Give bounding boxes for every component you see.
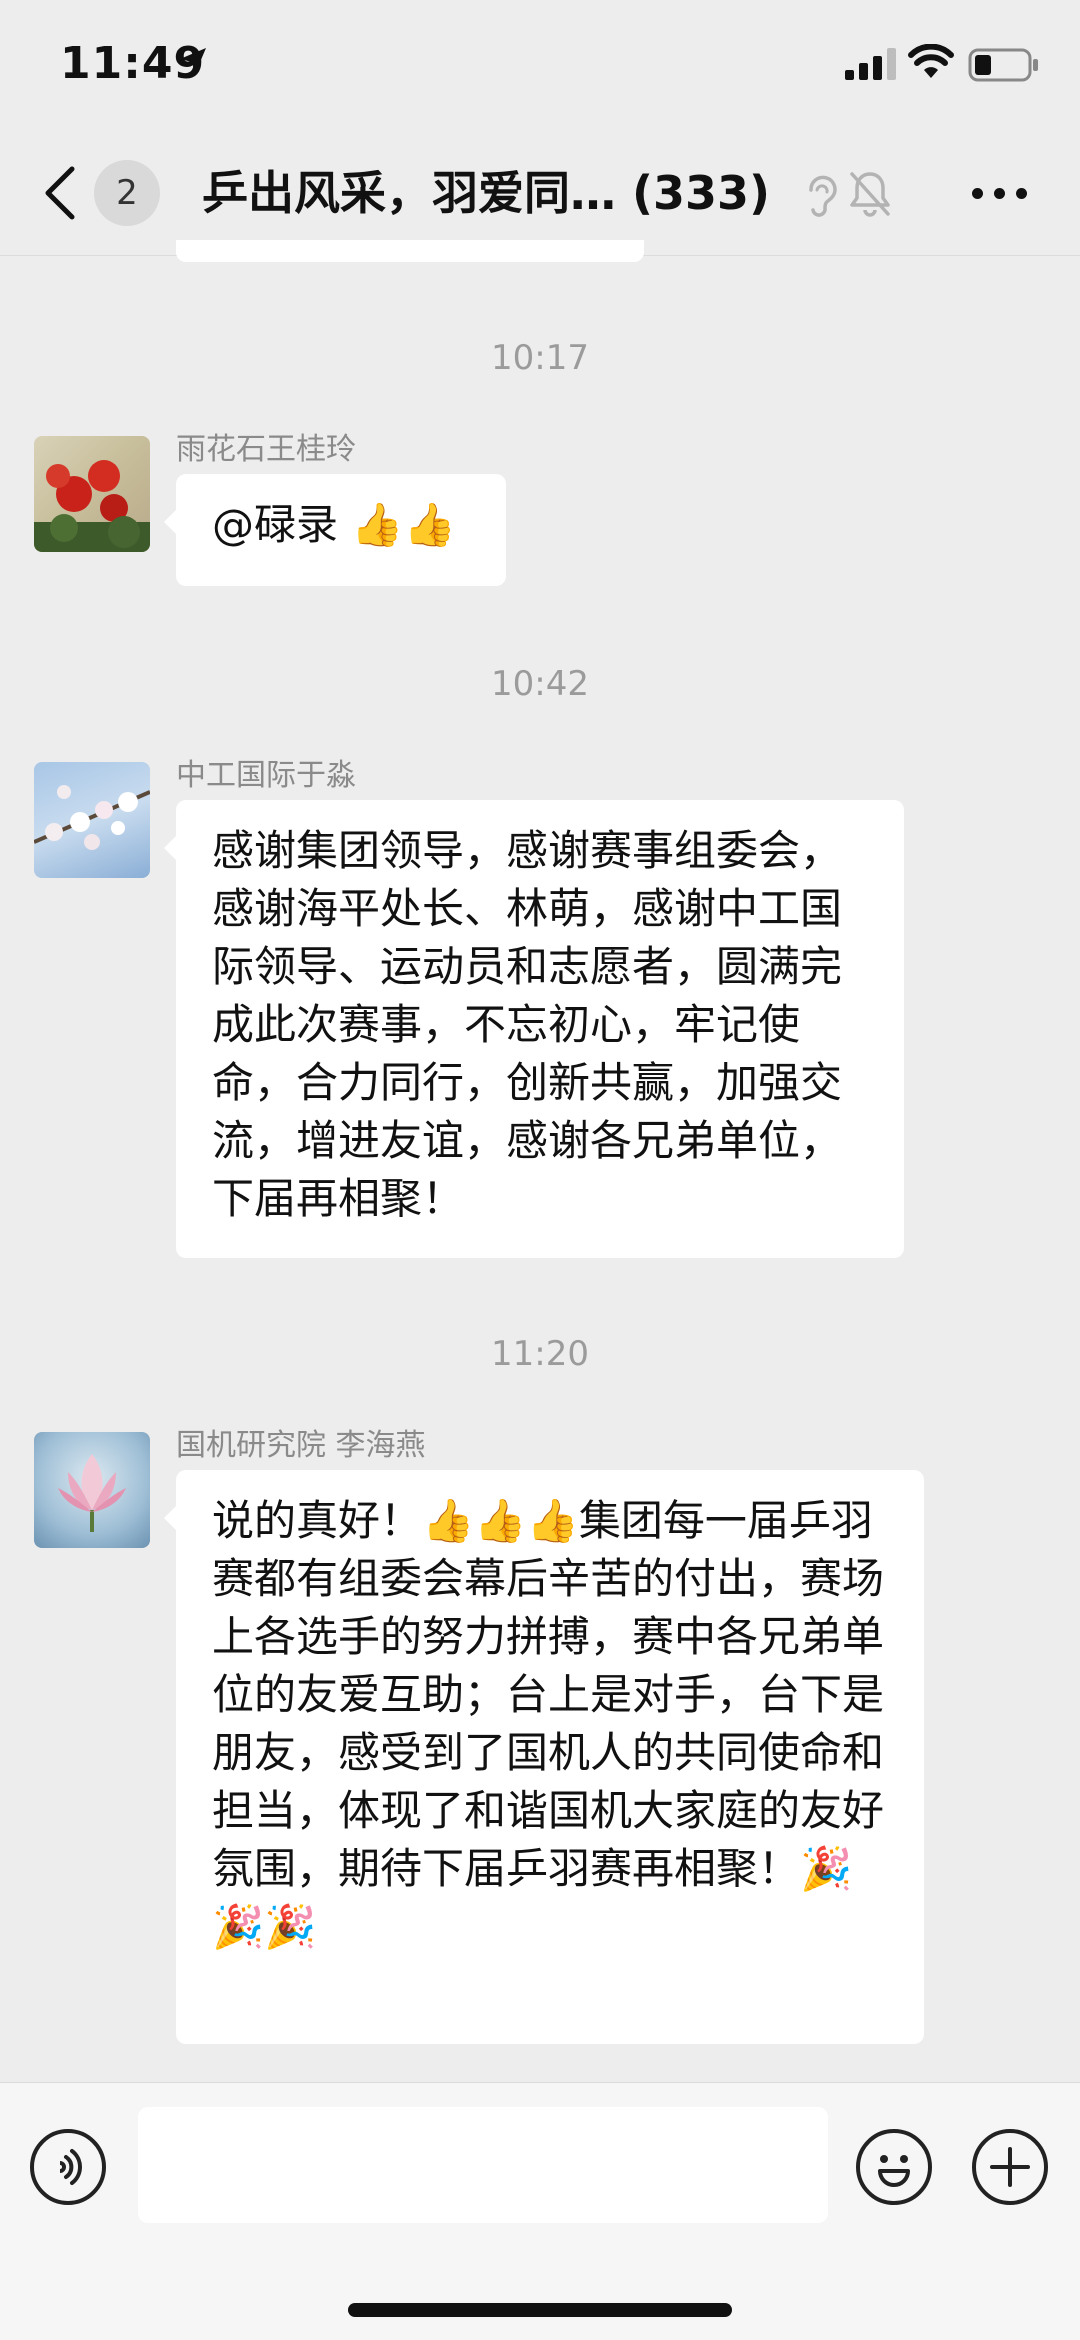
previous-message-bubble — [176, 240, 644, 262]
message-input[interactable] — [138, 2107, 828, 2223]
unread-count-badge[interactable]: 2 — [94, 160, 160, 226]
message-timestamp: 10:42 — [491, 664, 589, 704]
message-bubble[interactable]: 感谢集团领导，感谢赛事组委会，感谢海平处长、林萌，感谢中工国际领导、运动员和志愿… — [164, 800, 904, 1258]
message-timestamp: 11:20 — [491, 1334, 589, 1374]
blossom-photo — [34, 785, 150, 850]
message-timestamp: 10:17 — [491, 338, 589, 378]
avatar[interactable] — [34, 1432, 150, 1548]
lotus-photo — [58, 1454, 126, 1532]
more-functions-button[interactable] — [972, 2129, 1048, 2205]
avatar[interactable] — [34, 762, 150, 878]
wifi-icon — [908, 44, 954, 78]
home-indicator — [348, 2303, 732, 2317]
voice-icon — [59, 2149, 82, 2185]
message-bubble[interactable]: 说的真好！👍👍👍集团每一届乒羽赛都有组委会幕后辛苦的付出，赛场上各选手的努力拼搏… — [164, 1470, 924, 2044]
sender-name: 雨花石王桂玲 — [176, 432, 356, 467]
more-options-button[interactable] — [970, 182, 1030, 206]
battery-icon — [968, 48, 1038, 82]
location-arrow-icon — [180, 48, 206, 74]
smiley-icon — [878, 2155, 910, 2187]
cellular-signal-icon — [845, 48, 896, 80]
avatar[interactable] — [34, 436, 150, 552]
bell-slash-icon — [850, 172, 890, 217]
plus-icon — [990, 2147, 1030, 2187]
message-bubble[interactable]: @碌录 👍👍 — [164, 474, 506, 586]
sender-name: 国机研究院 李海燕 — [176, 1428, 426, 1463]
flower-photo — [34, 460, 150, 552]
sender-name: 中工国际于淼 — [176, 758, 356, 793]
ear-icon — [809, 175, 837, 217]
chat-title[interactable]: 乒出风采，羽爱同… (333) — [202, 160, 770, 226]
chevron-left-icon[interactable] — [40, 165, 80, 221]
voice-button[interactable] — [30, 2129, 106, 2205]
emoji-button[interactable] — [856, 2129, 932, 2205]
input-bar — [0, 2082, 1080, 2340]
chat-header: 2 乒出风采，羽爱同… (333) — [0, 130, 1080, 256]
status-bar: 11:49 — [0, 0, 1080, 130]
